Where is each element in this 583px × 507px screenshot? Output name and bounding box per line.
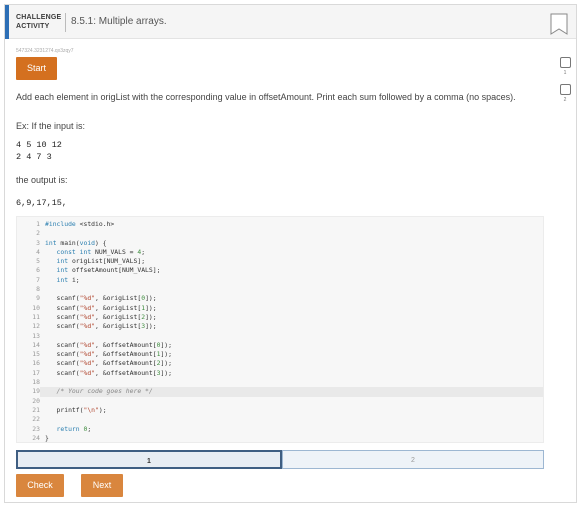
- bookmark-icon[interactable]: [550, 13, 568, 35]
- step-checkbox-icon: [559, 84, 571, 95]
- code-line[interactable]: ​: [45, 332, 543, 341]
- line-number: 23: [32, 424, 40, 433]
- step-checkbox-icon: [559, 57, 571, 68]
- challenge-activity-panel: CHALLENGE ACTIVITY 8.5.1: Multiple array…: [4, 4, 577, 503]
- line-number: 15: [32, 350, 40, 359]
- line-number: 22: [32, 415, 40, 424]
- code-line[interactable]: ​: [45, 397, 543, 406]
- step-1-indicator[interactable]: 1: [16, 450, 282, 469]
- code-line[interactable]: #include <stdio.h>: [45, 220, 543, 229]
- side-step-2[interactable]: 2: [559, 84, 571, 103]
- code-line[interactable]: scanf("%d", &origList[3]);: [45, 322, 543, 331]
- code-line[interactable]: /* Your code goes here */: [40, 387, 543, 397]
- example-label: Ex: If the input is:: [16, 121, 86, 131]
- line-number: 6: [36, 266, 40, 275]
- code-line[interactable]: const int NUM_VALS = 4;: [45, 248, 543, 257]
- line-number: 2: [36, 229, 40, 238]
- output-label: the output is:: [16, 175, 68, 185]
- code-line[interactable]: scanf("%d", &origList[1]);: [45, 304, 543, 313]
- code-line[interactable]: scanf("%d", &offsetAmount[3]);: [45, 369, 543, 378]
- example-input: 4 5 10 12 2 4 7 3: [16, 140, 62, 162]
- code-line[interactable]: scanf("%d", &offsetAmount[0]);: [45, 341, 543, 350]
- line-number: 10: [32, 303, 40, 312]
- line-number: 4: [36, 247, 40, 256]
- check-button[interactable]: Check: [16, 474, 64, 497]
- line-number: 3: [36, 238, 40, 247]
- code-line[interactable]: int i;: [45, 276, 543, 285]
- line-number: 5: [36, 257, 40, 266]
- next-button[interactable]: Next: [81, 474, 123, 497]
- code-line[interactable]: }: [45, 434, 543, 443]
- example-output: 6,9,17,15,: [16, 198, 68, 208]
- code-line[interactable]: return 0;: [45, 425, 543, 434]
- line-number: 17: [32, 368, 40, 377]
- activity-id: 547324.3231274.qx3zqy7: [16, 48, 74, 54]
- line-number: 24: [32, 433, 40, 442]
- code-line[interactable]: ​: [45, 415, 543, 424]
- code-line[interactable]: printf("\n");: [45, 406, 543, 415]
- header-divider: [65, 13, 66, 32]
- code-line[interactable]: ​: [45, 378, 543, 387]
- code-line[interactable]: scanf("%d", &offsetAmount[1]);: [45, 350, 543, 359]
- line-number: 20: [32, 396, 40, 405]
- line-number: 11: [32, 312, 40, 321]
- challenge-activity-label: CHALLENGE ACTIVITY: [16, 14, 62, 30]
- line-number: 16: [32, 359, 40, 368]
- code-line[interactable]: scanf("%d", &origList[2]);: [45, 313, 543, 322]
- step-2-indicator[interactable]: 2: [282, 450, 544, 469]
- header-accent-bar: [5, 5, 9, 39]
- line-number: 19: [32, 387, 40, 396]
- activity-title: 8.5.1: Multiple arrays.: [71, 16, 167, 27]
- code-line[interactable]: int origList[NUM_VALS];: [45, 257, 543, 266]
- line-number: 12: [32, 322, 40, 331]
- line-number: 9: [36, 294, 40, 303]
- step-progress-bar: 1 2: [16, 450, 544, 469]
- code-line[interactable]: int main(void) {: [45, 239, 543, 248]
- code-line[interactable]: ​: [45, 285, 543, 294]
- code-lines[interactable]: #include <stdio.h>​int main(void) { cons…: [40, 220, 543, 443]
- line-number: 13: [32, 331, 40, 340]
- line-number: 8: [36, 285, 40, 294]
- line-number: 7: [36, 275, 40, 284]
- line-number: 14: [32, 340, 40, 349]
- code-editor[interactable]: 1 2 3 4 5 6 7 8 9 10 11 12 13 14 15 16 17 18 19 20 21 22 23 24 …: [16, 216, 544, 443]
- side-step-1[interactable]: 1: [559, 57, 571, 76]
- code-line[interactable]: ​: [45, 229, 543, 238]
- line-number: 18: [32, 378, 40, 387]
- code-line[interactable]: scanf("%d", &offsetAmount[2]);: [45, 359, 543, 368]
- activity-header: CHALLENGE ACTIVITY 8.5.1: Multiple array…: [5, 5, 576, 39]
- code-line[interactable]: int offsetAmount[NUM_VALS];: [45, 266, 543, 275]
- start-button[interactable]: Start: [16, 57, 57, 80]
- line-number: 21: [32, 405, 40, 414]
- prompt-text: Add each element in origList with the co…: [16, 92, 516, 102]
- code-line[interactable]: scanf("%d", &origList[0]);: [45, 294, 543, 303]
- line-number-gutter: 1 2 3 4 5 6 7 8 9 10 11 12 13 14 15 16 17 18 19 20 21 22 23 24: [17, 220, 40, 443]
- line-number: 1: [36, 220, 40, 228]
